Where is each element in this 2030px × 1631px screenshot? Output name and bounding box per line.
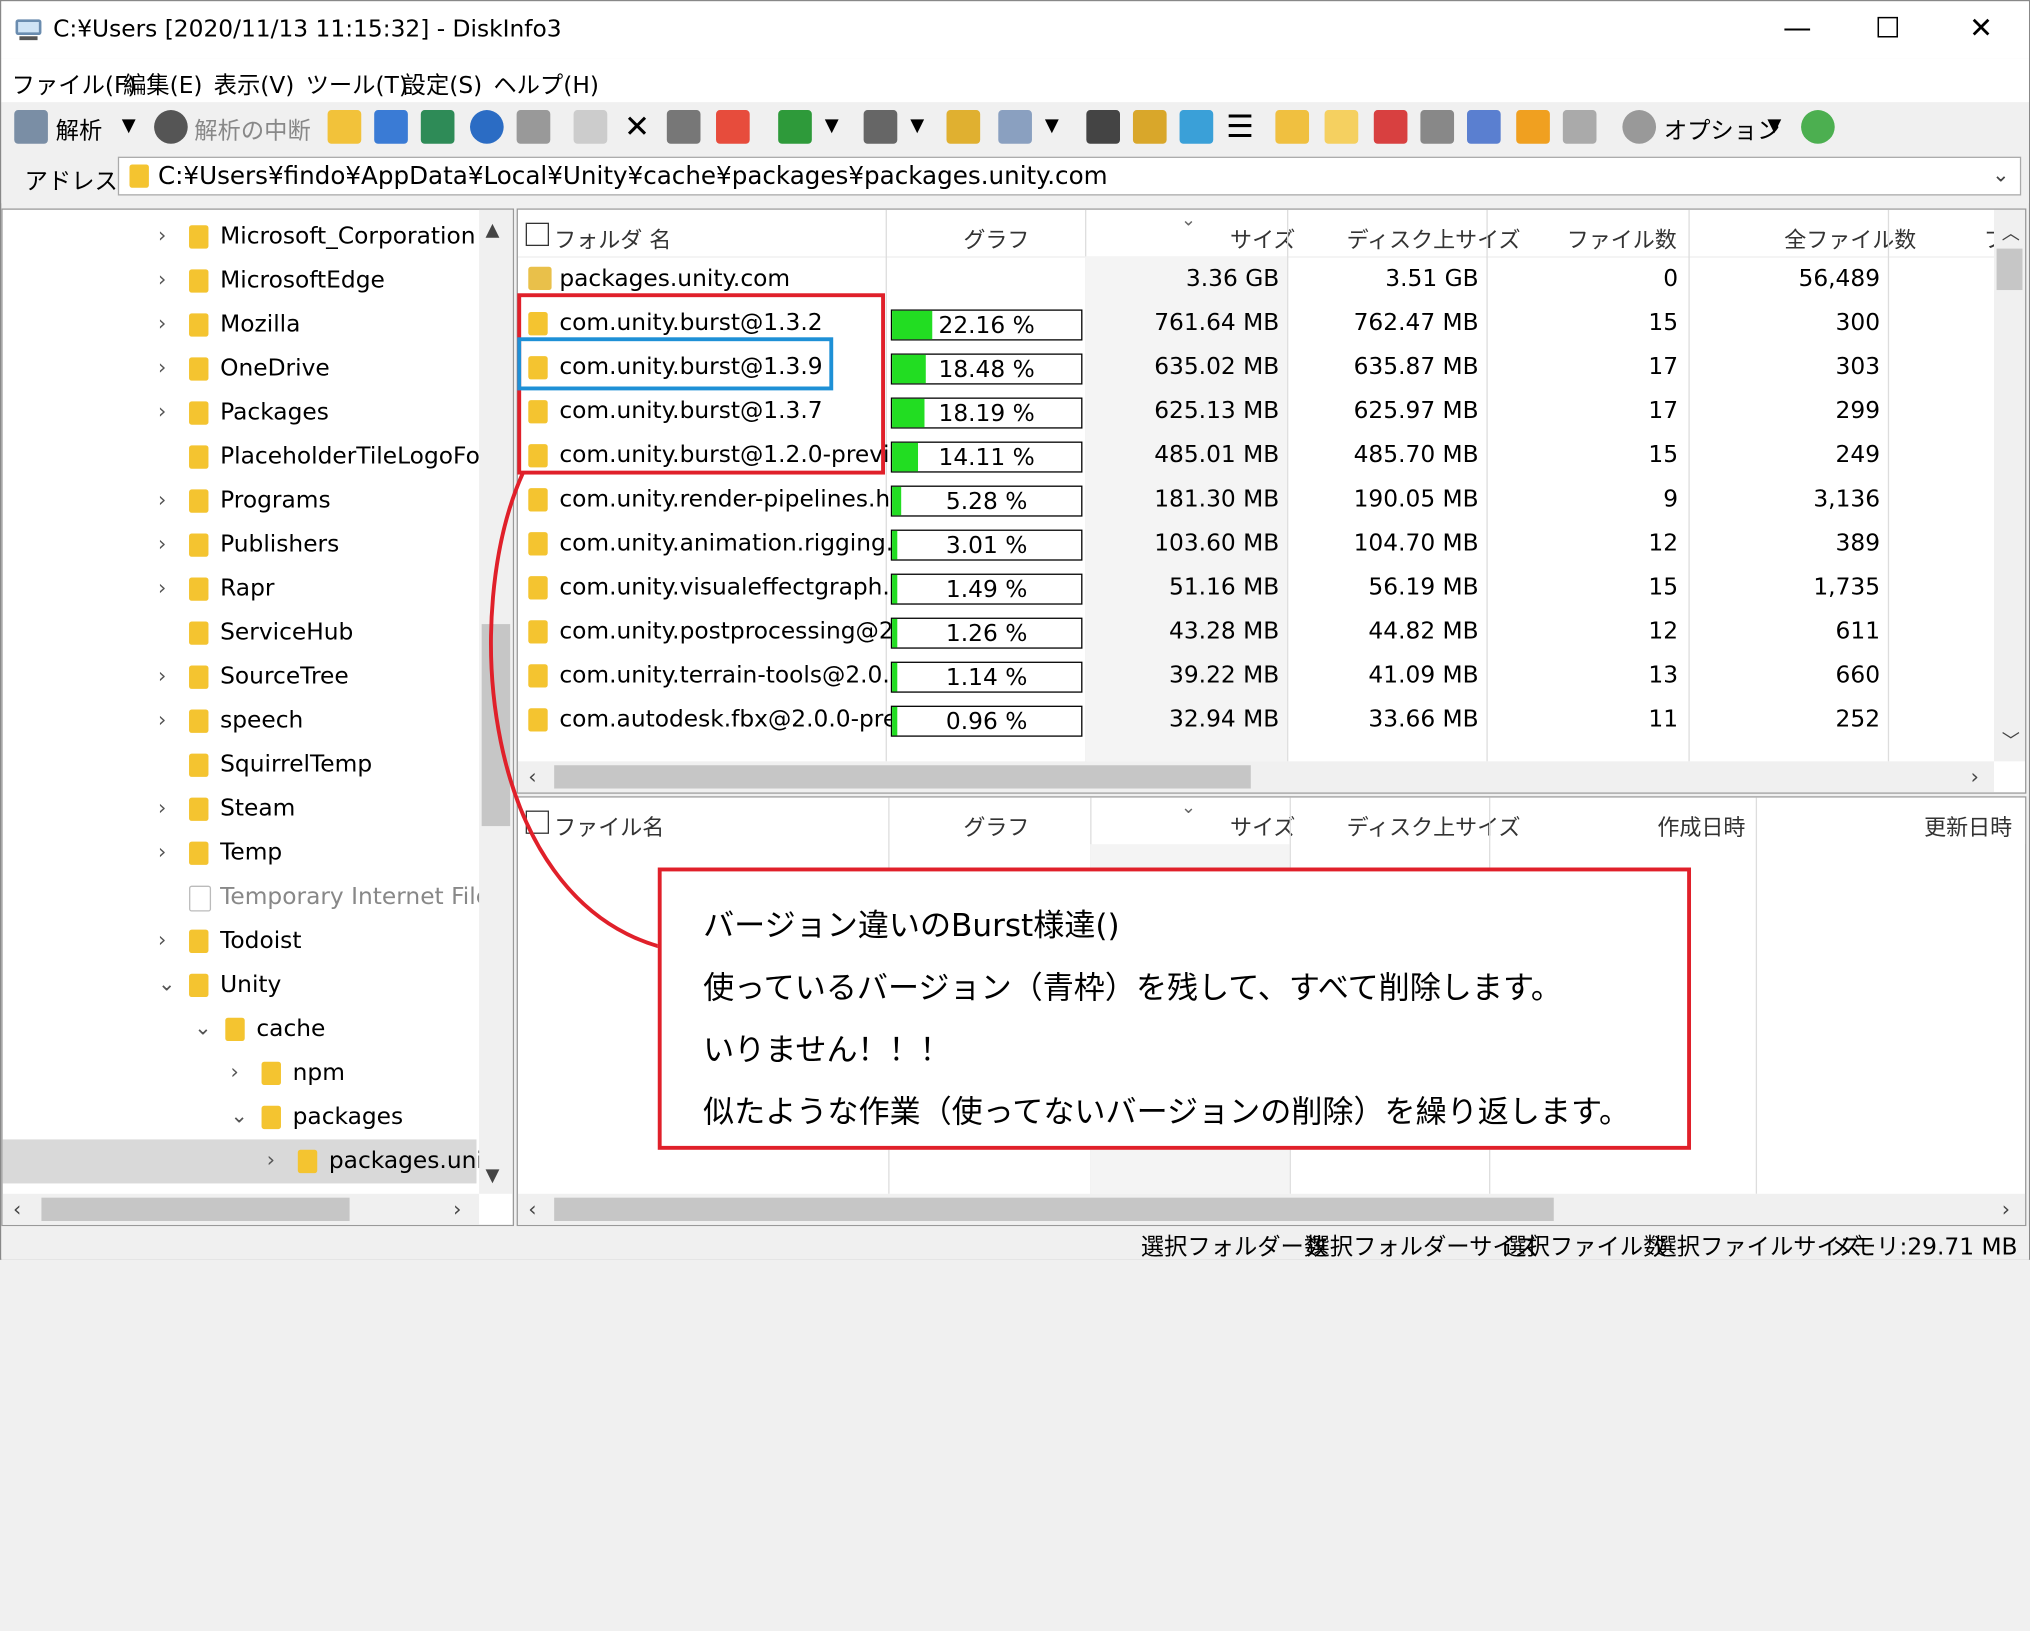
- red-highlight-box: [517, 293, 885, 475]
- annotation-line-4: 似たような作業（使ってないバージョンの削除）を繰り返します。: [703, 1094, 1631, 1131]
- annotation-line-1: バージョン違いのBurst様達(): [703, 907, 1120, 944]
- callout-connector: [489, 471, 660, 949]
- annotation-box: バージョン違いのBurst様達() 使っているバージョン（青枠）を残して、すべて…: [657, 867, 1692, 1150]
- status-bar: 選択フォルダー数 選択フォルダーサイズ 選択ファイル数 選択ファイルサイズ メモ…: [1, 1226, 2029, 1262]
- status-selected-folders: 選択フォルダー数: [1140, 1233, 1328, 1262]
- blue-highlight-box: [517, 337, 834, 391]
- annotation-line-3: いりません！！！: [703, 1031, 951, 1069]
- status-selected-files: 選択ファイル数: [1503, 1233, 1667, 1262]
- app-window: C:¥Users [2020/11/13 11:15:32] - DiskInf…: [0, 0, 2030, 1262]
- annotation-line-2: 使っているバージョン（青枠）を残して、すべて削除します。: [703, 969, 1562, 1007]
- status-memory: メモリ:29.71 MB: [1829, 1233, 2018, 1262]
